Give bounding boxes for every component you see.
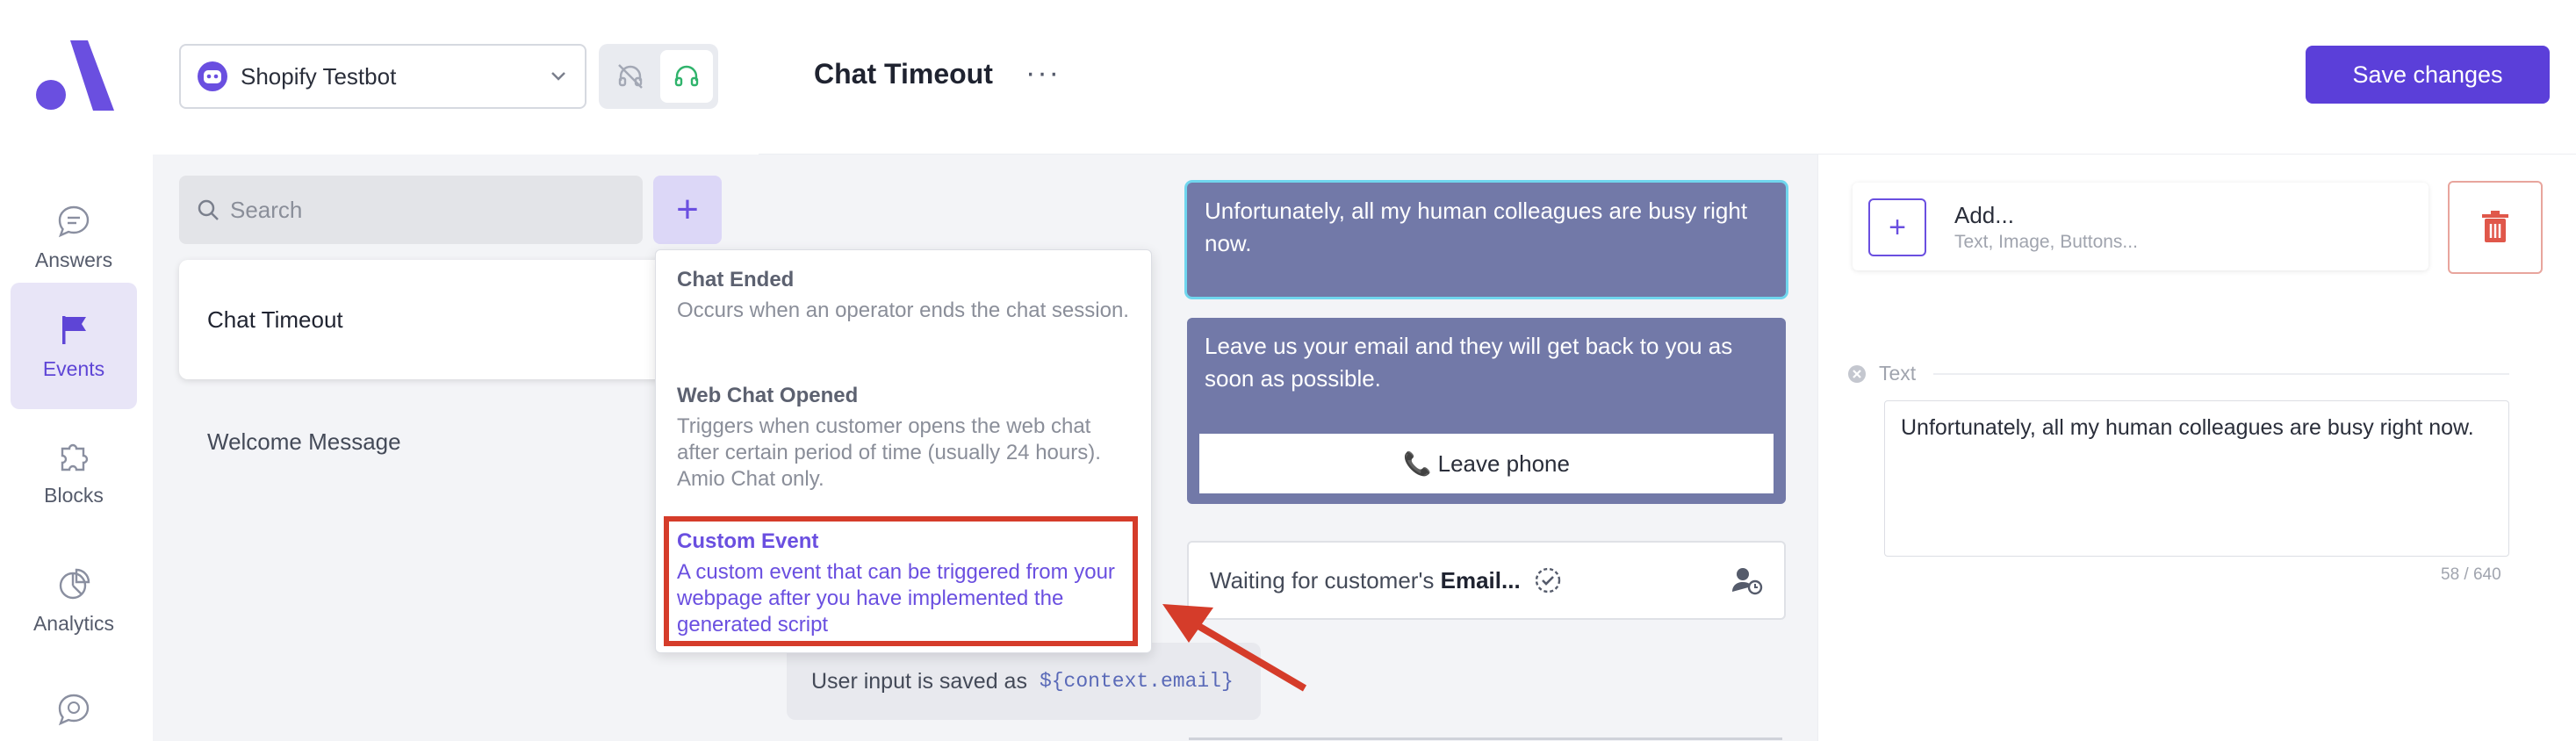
add-content-button[interactable]: + [1868, 198, 1926, 256]
bot-on-option[interactable] [660, 50, 713, 103]
sidebar-item-label: Events [42, 356, 105, 380]
sidebar-item-label: Analytics [32, 611, 115, 635]
menu-item-desc: Occurs when an operator ends the chat se… [677, 299, 1129, 322]
trash-icon [2482, 211, 2508, 242]
search-box[interactable] [179, 176, 643, 244]
sidebar-item-analytics[interactable]: Analytics [11, 537, 137, 664]
remove-circle-icon[interactable] [1847, 364, 1867, 384]
leave-phone-button[interactable]: 📞 Leave phone [1199, 434, 1774, 493]
search-icon [198, 199, 219, 220]
message-text-field[interactable]: Unfortunately, all my human colleagues a… [1884, 400, 2509, 557]
chevron-down-icon [551, 72, 565, 81]
amio-logo[interactable] [35, 40, 114, 111]
text-section-label: Text [1847, 362, 1916, 385]
plus-icon: + [1889, 210, 1906, 244]
page-title: Chat Timeout [814, 58, 993, 90]
add-event-button[interactable]: + [653, 176, 722, 244]
message-bubble[interactable]: Unfortunately, all my human colleagues a… [1187, 183, 1786, 297]
event-label: Welcome Message [207, 428, 401, 455]
waiting-text: Waiting for customer's Email... [1210, 566, 1521, 594]
annotation-arrow-icon [1162, 604, 1307, 692]
sidebar-item-history[interactable] [11, 664, 137, 741]
menu-item-web-chat-opened[interactable]: Web Chat Opened Triggers when customer o… [677, 384, 1133, 493]
add-content-card[interactable] [1853, 183, 2428, 270]
button-label: 📞 Leave phone [1403, 450, 1570, 477]
sidebar-item-blocks[interactable]: Blocks [11, 409, 137, 536]
menu-item-title: Web Chat Opened [677, 384, 859, 407]
pie-chart-icon [59, 568, 90, 599]
sidebar-item-events[interactable]: Events [11, 283, 137, 409]
puzzle-icon [61, 443, 89, 471]
bot-status-toggle[interactable] [599, 44, 718, 109]
search-input[interactable] [230, 196, 616, 224]
bot-off-option[interactable] [604, 50, 657, 103]
add-content-subtitle: Text, Image, Buttons... [1954, 232, 2138, 252]
user-clock-icon[interactable] [1731, 565, 1763, 595]
menu-item-chat-ended[interactable]: Chat Ended Occurs when an operator ends … [677, 268, 1133, 324]
text-label: Text [1879, 362, 1917, 385]
sidebar-item-label: Blocks [44, 483, 104, 507]
plus-icon: + [676, 188, 699, 231]
bot-selector[interactable]: Shopify Testbot [179, 44, 586, 109]
next-block-edge [1189, 737, 1782, 740]
sidebar-item-answers[interactable]: Answers [11, 174, 137, 300]
sidebar-item-label: Answers [34, 248, 113, 271]
menu-item-desc: Triggers when customer opens the web cha… [677, 414, 1101, 491]
event-label: Chat Timeout [207, 306, 343, 333]
waiting-check-icon [1535, 567, 1560, 594]
character-counter: 58 / 640 [2441, 565, 2501, 584]
event-item-welcome-message[interactable]: Welcome Message [207, 428, 401, 456]
delete-button[interactable] [2448, 181, 2543, 274]
chat-bubble-icon [58, 205, 90, 237]
add-content-title: Add... [1954, 202, 2014, 228]
history-icon [58, 694, 90, 726]
headset-icon [674, 65, 699, 87]
section-divider [1933, 373, 2509, 375]
bot-name: Shopify Testbot [241, 62, 397, 90]
event-item-chat-timeout[interactable]: Chat Timeout [179, 260, 671, 379]
flag-icon [62, 315, 86, 344]
highlight-box [664, 516, 1138, 646]
bot-icon [198, 61, 227, 91]
message-text: Unfortunately, all my human colleagues a… [1205, 198, 1748, 256]
more-options-icon[interactable]: ··· [1025, 56, 1061, 90]
save-button[interactable]: Save changes [2306, 46, 2550, 104]
menu-item-title: Chat Ended [677, 268, 795, 291]
headset-off-icon [618, 64, 643, 89]
saved-label: User input is saved as [811, 668, 1027, 694]
message-text: Leave us your email and they will get ba… [1205, 333, 1733, 392]
